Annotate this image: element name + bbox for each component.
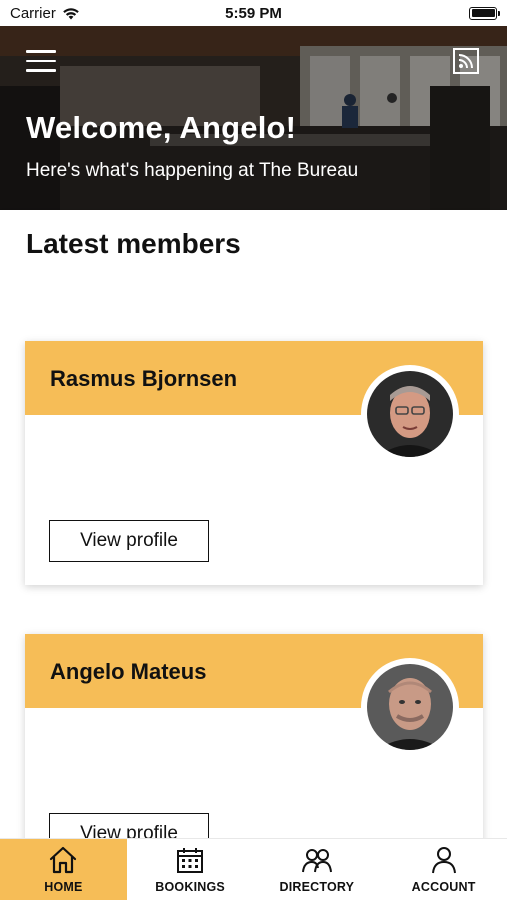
- people-icon: [301, 849, 332, 873]
- welcome-title: Welcome, Angelo!: [26, 110, 297, 145]
- battery-icon: [469, 6, 500, 20]
- person-icon: [431, 847, 456, 874]
- tab-bookings[interactable]: BOOKINGS: [127, 839, 254, 900]
- hamburger-menu-icon[interactable]: [26, 50, 56, 74]
- app-screen: Carrier 5:59 PM Welcome, Angelo! Here's …: [0, 0, 507, 900]
- member-name: Rasmus Bjornsen: [50, 366, 238, 391]
- tab-label: ACCOUNT: [411, 880, 476, 894]
- member-name: Angelo Mateus: [50, 659, 207, 684]
- member-feed[interactable]: Rasmus Bjornsen View profile Angelo Mate…: [0, 280, 507, 840]
- tab-home[interactable]: HOME: [0, 839, 127, 900]
- tab-account[interactable]: ACCOUNT: [380, 839, 507, 900]
- tab-directory[interactable]: DIRECTORY: [254, 839, 381, 900]
- hero-banner: Welcome, Angelo! Here's what's happening…: [0, 26, 507, 210]
- rss-feed-icon[interactable]: [453, 48, 479, 74]
- avatar[interactable]: [361, 658, 459, 756]
- bottom-tab-bar: HOME BOOKINGS DIRECTORY ACCOUNT: [0, 838, 507, 900]
- home-icon: [50, 846, 77, 874]
- member-card: Angelo Mateus View profile: [25, 634, 483, 840]
- tab-label: DIRECTORY: [279, 880, 355, 894]
- welcome-subtitle: Here's what's happening at The Bureau: [26, 160, 359, 181]
- wifi-icon: [62, 7, 80, 20]
- carrier-label: Carrier: [10, 4, 56, 22]
- calendar-icon: [177, 848, 204, 873]
- view-profile-button[interactable]: View profile: [49, 813, 209, 840]
- avatar[interactable]: [361, 365, 459, 463]
- member-card: Rasmus Bjornsen View profile: [25, 341, 483, 585]
- status-left: Carrier: [10, 5, 80, 22]
- view-profile-button[interactable]: View profile: [49, 520, 209, 562]
- tab-label: BOOKINGS: [155, 880, 225, 894]
- tab-label: HOME: [44, 880, 83, 894]
- section-title: Latest members: [26, 228, 241, 259]
- status-bar: Carrier 5:59 PM: [0, 0, 507, 26]
- section-header: Latest members: [0, 210, 507, 280]
